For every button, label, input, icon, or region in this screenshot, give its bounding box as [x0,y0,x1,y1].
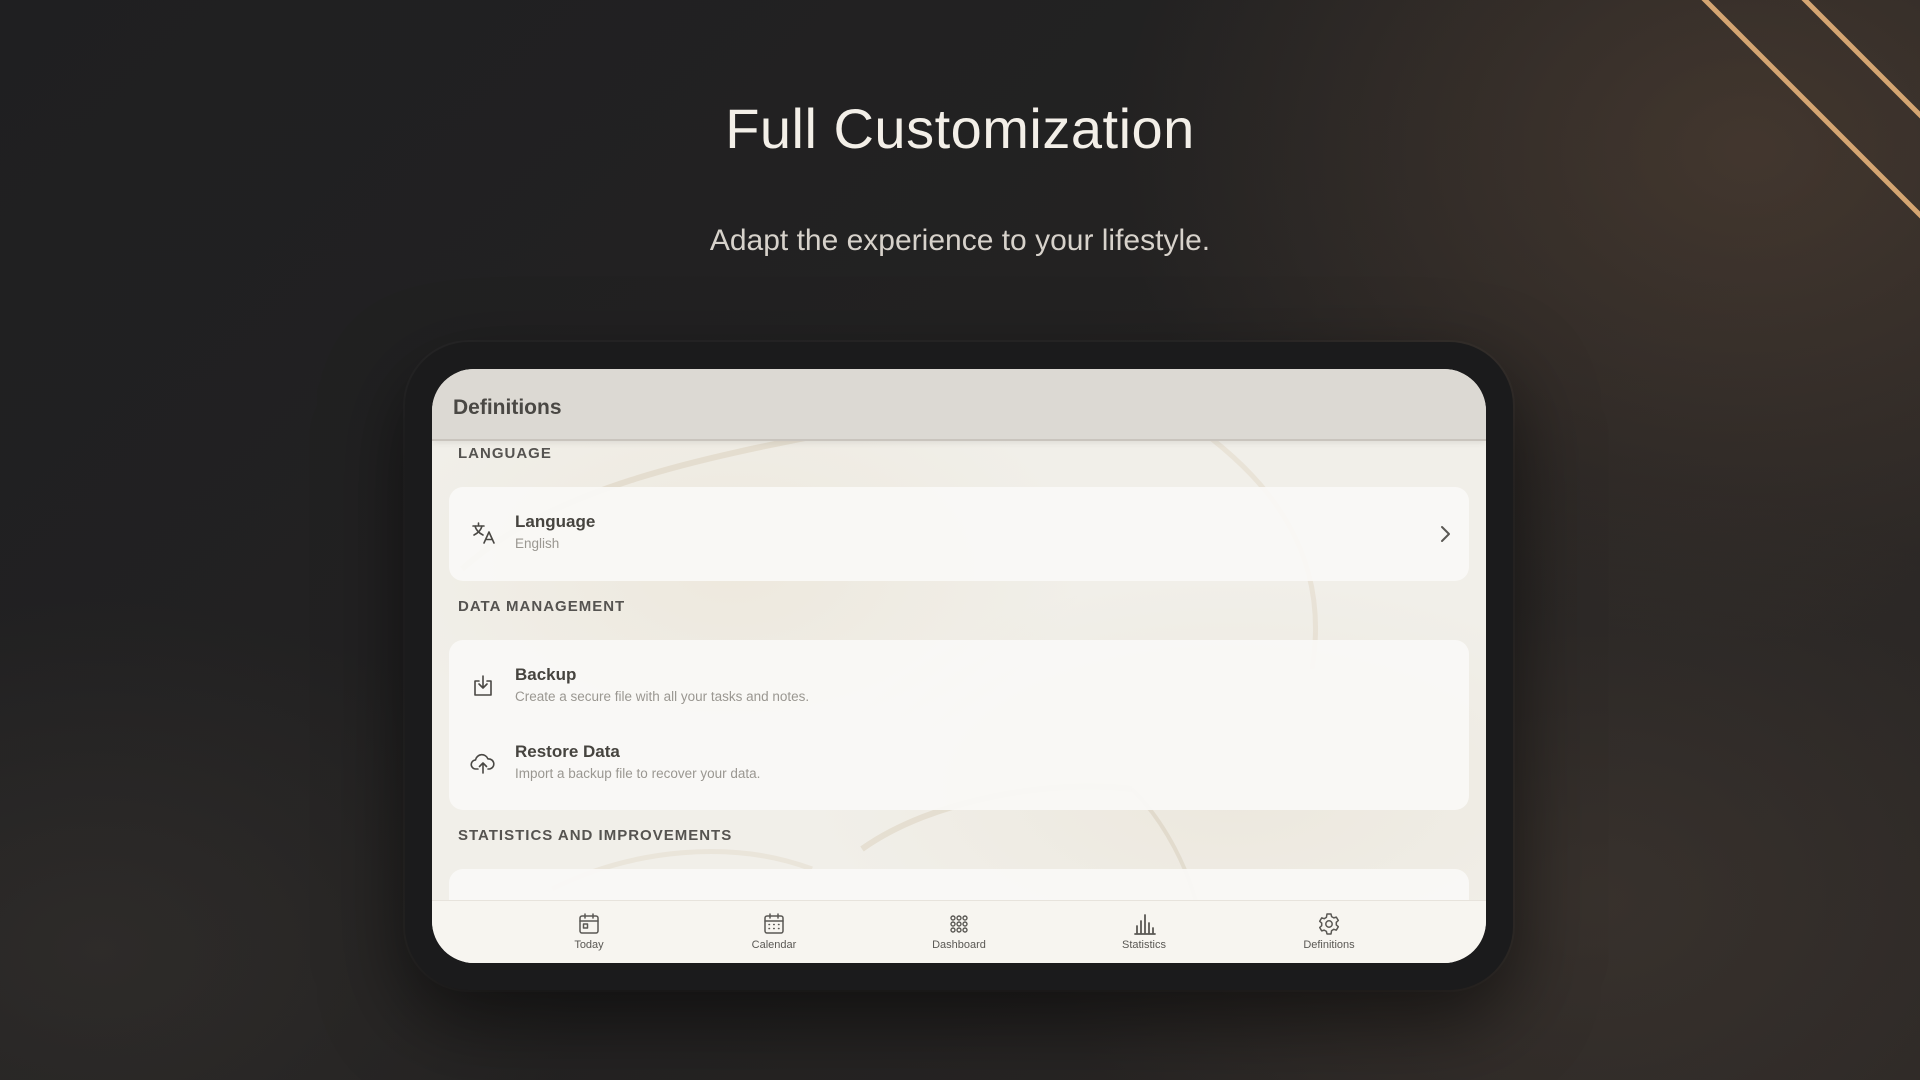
nav-statistics-label: Statistics [1121,939,1166,951]
restore-data-description: Import a backup file to recover your dat… [515,766,761,781]
restore-data-title: Restore Data [515,742,620,761]
tablet-frame: Definitions LANGUAGE Language English DA… [405,342,1513,990]
gear-icon [1318,913,1340,935]
section-label-data-management: DATA MANAGEMENT [458,598,626,615]
language-row[interactable]: Language English [449,498,1469,570]
hero-title: Full Customization [725,97,1195,160]
language-card: Language English [449,487,1469,581]
nav-definitions-label: Definitions [1303,939,1355,951]
bottom-navigation: Today Calendar Dashboard Statistics Defi… [432,900,1486,963]
app-header-title: Definitions [453,396,562,419]
nav-calendar-label: Calendar [751,939,797,951]
data-management-card: Backup Create a secure file with all you… [449,640,1469,810]
hero-subtitle: Adapt the experience to your lifestyle. [709,224,1211,257]
app-screen: Definitions LANGUAGE Language English DA… [432,369,1486,963]
nav-today-label: Today [574,939,604,951]
app-header: Definitions [432,369,1486,441]
nav-today[interactable]: Today [529,911,649,959]
bar-chart-icon [1134,914,1156,935]
restore-data-row[interactable]: Restore Data Import a backup file to rec… [449,728,1469,800]
nav-definitions[interactable]: Definitions [1269,911,1389,959]
language-title: Language [515,512,596,531]
calendar-icon [764,913,784,934]
chevron-right-icon [1441,526,1450,542]
nav-dashboard-label: Dashboard [932,939,986,951]
nav-statistics[interactable]: Statistics [1084,911,1204,959]
translate-icon [472,522,495,544]
backup-row[interactable]: Backup Create a secure file with all you… [449,651,1469,723]
calendar-day-icon [579,913,599,934]
nav-dashboard[interactable]: Dashboard [899,911,1019,959]
cloud-upload-icon [470,753,495,774]
section-label-language: LANGUAGE [458,445,552,462]
download-icon [474,675,492,696]
grid-dots-icon [950,915,968,933]
nav-calendar[interactable]: Calendar [714,911,834,959]
section-label-statistics: STATISTICS AND IMPROVEMENTS [458,827,733,844]
backup-title: Backup [515,665,577,684]
language-value: English [515,536,560,551]
backup-description: Create a secure file with all your tasks… [515,689,810,704]
